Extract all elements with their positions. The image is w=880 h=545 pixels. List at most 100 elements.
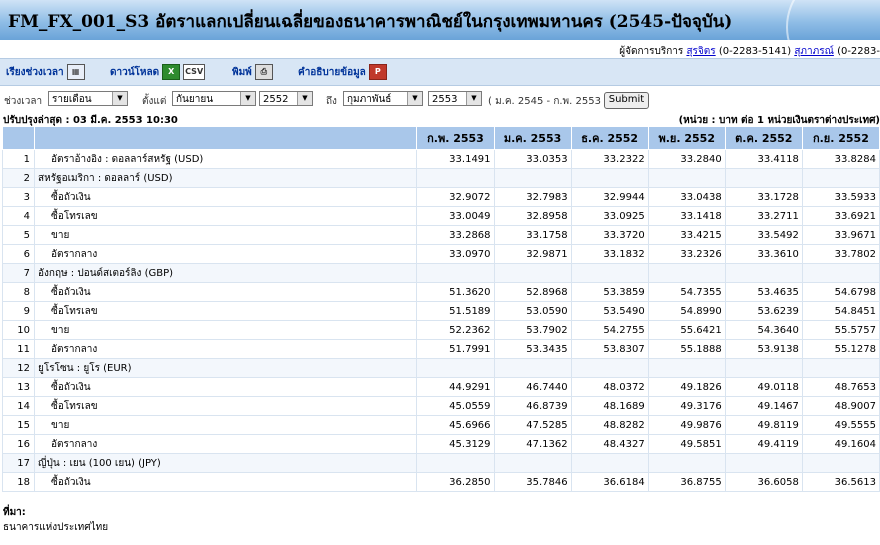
print-button[interactable]: พิมพ์ ⎙: [232, 64, 273, 80]
explain-button[interactable]: คำอธิบายข้อมูล P: [298, 64, 387, 80]
rate-cell: 54.8990: [647, 301, 726, 321]
rate-cell: 48.8282: [570, 415, 649, 435]
rate-cell: 49.4119: [724, 434, 803, 454]
rate-cell: 33.2840: [647, 149, 726, 169]
header-blank: [34, 126, 418, 150]
period-select-value: รายเดือน: [52, 94, 92, 105]
rate-cell: 49.0118: [724, 377, 803, 397]
rate-cell: [801, 358, 880, 378]
rate-cell: 49.1604: [801, 434, 880, 454]
row-label: อัตรากลาง: [34, 339, 418, 359]
table-row: 11 อัตรากลาง 51.7991 53.3435 53.8307 55.1888 5…: [2, 339, 880, 359]
rate-cell: 51.3620: [416, 282, 495, 302]
row-number: 10: [2, 320, 36, 340]
row-label: ซื้อถัวเงิน: [34, 377, 418, 397]
calendar-icon: ▦: [66, 64, 85, 80]
rate-cell: 33.1491: [416, 149, 495, 169]
column-header: ต.ค. 2552: [724, 126, 803, 150]
rate-cell: 51.7991: [416, 339, 495, 359]
explain-label: คำอธิบายข้อมูล: [298, 66, 366, 78]
rate-cell: 33.1832: [570, 244, 649, 264]
table-row: 2 สหรัฐอเมริกา : ดอลลาร์ (USD): [2, 168, 880, 188]
available-range: ( ม.ค. 2545 - ก.พ. 2553 ): [488, 96, 609, 107]
rate-cell: [416, 358, 495, 378]
rate-cell: 33.2868: [416, 225, 495, 245]
rate-cell: 33.1418: [647, 206, 726, 226]
csv-icon[interactable]: CSV: [183, 64, 206, 80]
row-number: 8: [2, 282, 36, 302]
row-number: 13: [2, 377, 36, 397]
submit-button[interactable]: Submit: [604, 92, 649, 109]
contact-link-1[interactable]: สุรจิตร: [686, 46, 715, 57]
rate-cell: [724, 263, 803, 283]
rate-cell: 36.6184: [570, 472, 649, 492]
rate-cell: 47.1362: [493, 434, 572, 454]
rate-cell: 33.5492: [724, 225, 803, 245]
rate-cell: 52.8968: [493, 282, 572, 302]
sort-period-label: เรียงช่วงเวลา: [6, 66, 64, 78]
row-number: 12: [2, 358, 36, 378]
rate-cell: 53.0590: [493, 301, 572, 321]
source-note: ที่มา: ธนาคารแห่งประเทศไทย: [3, 505, 108, 535]
contact-link-2[interactable]: สุภาภรณ์: [794, 46, 834, 57]
rate-cell: 53.8307: [570, 339, 649, 359]
rate-cell: 48.4327: [570, 434, 649, 454]
row-label: ซื้อถัวเงิน: [34, 282, 418, 302]
rate-cell: [493, 263, 572, 283]
rate-cell: 33.0438: [647, 187, 726, 207]
rate-cell: [724, 453, 803, 473]
rate-cell: 49.5555: [801, 415, 880, 435]
rate-cell: 53.9138: [724, 339, 803, 359]
column-header: ม.ค. 2553: [493, 126, 572, 150]
from-year-value: 2552: [263, 94, 289, 105]
chevron-down-icon: ▼: [112, 92, 127, 105]
rate-cell: 48.9007: [801, 396, 880, 416]
rate-cell: 49.3176: [647, 396, 726, 416]
from-month-select[interactable]: กันยายน ▼: [172, 91, 256, 106]
rate-cell: 33.2322: [570, 149, 649, 169]
table-row: 10 ขาย 52.2362 53.7902 54.2755 55.6421 54.3640…: [2, 320, 880, 340]
row-label: ขาย: [34, 320, 418, 340]
rate-cell: [416, 453, 495, 473]
chevron-down-icon: ▼: [466, 92, 481, 105]
rate-cell: 33.4118: [724, 149, 803, 169]
rate-cell: 55.6421: [647, 320, 726, 340]
row-number: 17: [2, 453, 36, 473]
row-number: 5: [2, 225, 36, 245]
rate-cell: 48.1689: [570, 396, 649, 416]
to-label: ถึง: [326, 96, 337, 107]
rate-cell: 33.0049: [416, 206, 495, 226]
rate-cell: 33.6921: [801, 206, 880, 226]
from-year-select[interactable]: 2552 ▼: [259, 91, 313, 106]
sort-period-button[interactable]: เรียงช่วงเวลา ▦: [6, 64, 85, 80]
row-label: ซื้อโทรเลข: [34, 396, 418, 416]
contact-phone-1: (0-2283-5141): [718, 46, 792, 57]
data-table-container[interactable]: ก.พ. 2553 ม.ค. 2553 ธ.ค. 2552 พ.ย. 2552 …: [2, 126, 880, 496]
rate-cell: 33.1728: [724, 187, 803, 207]
table-row: 17 ญี่ปุ่น : เยน (100 เยน) (JPY): [2, 453, 880, 473]
row-number: 15: [2, 415, 36, 435]
row-label: สหรัฐอเมริกา : ดอลลาร์ (USD): [34, 168, 418, 188]
rate-cell: 32.8958: [493, 206, 572, 226]
to-year-select[interactable]: 2553 ▼: [428, 91, 482, 106]
rate-cell: [801, 453, 880, 473]
rate-cell: 45.6966: [416, 415, 495, 435]
table-row: 6 อัตรากลาง 33.0970 32.9871 33.1832 33.2326 33…: [2, 244, 880, 264]
rate-cell: 32.9072: [416, 187, 495, 207]
row-number: 1: [2, 149, 36, 169]
period-select[interactable]: รายเดือน ▼: [48, 91, 128, 106]
rate-cell: 49.5851: [647, 434, 726, 454]
row-number: 2: [2, 168, 36, 188]
rate-cell: [570, 168, 649, 188]
excel-icon[interactable]: X: [162, 64, 181, 80]
row-number: 14: [2, 396, 36, 416]
rate-cell: 33.3610: [724, 244, 803, 264]
chevron-down-icon: ▼: [240, 92, 255, 105]
row-number: 18: [2, 472, 36, 492]
to-month-select[interactable]: กุมภาพันธ์ ▼: [343, 91, 423, 106]
rate-cell: 46.7440: [493, 377, 572, 397]
rate-cell: [416, 168, 495, 188]
download-button[interactable]: ดาวน์โหลด X CSV: [110, 64, 206, 80]
rate-cell: [724, 358, 803, 378]
rate-cell: [493, 453, 572, 473]
